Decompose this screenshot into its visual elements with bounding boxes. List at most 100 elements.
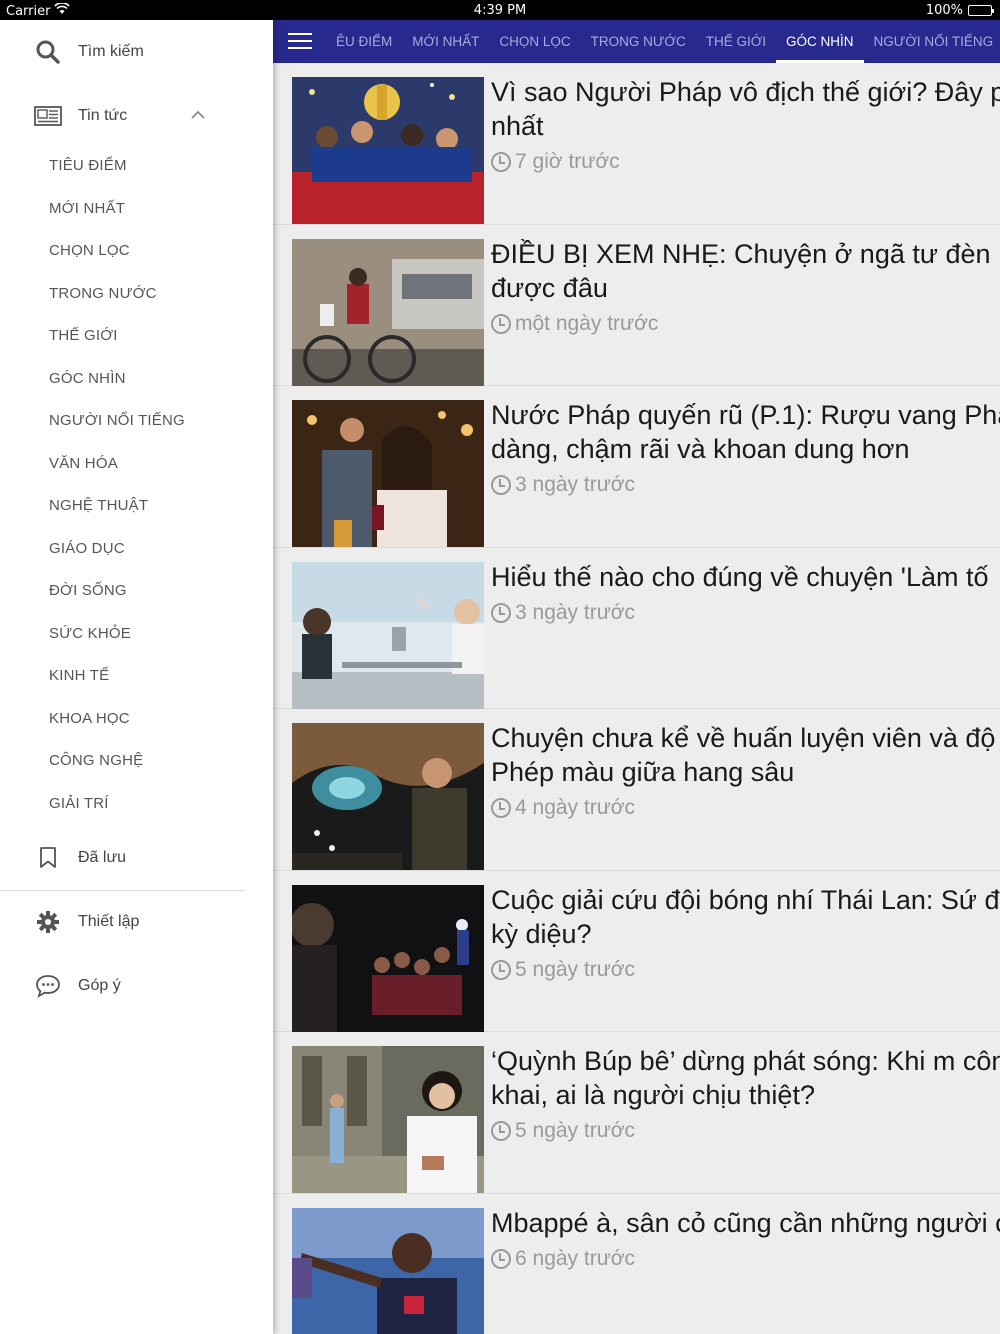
article-thumbnail[interactable]	[292, 77, 484, 224]
drawer-category-item[interactable]: KINH TẾ	[49, 667, 109, 684]
search-icon	[33, 37, 63, 67]
article-meta: 4 ngày trước	[491, 791, 1000, 825]
article-title[interactable]: Mbappé à, sân cỏ cũng cần những người c	[491, 1206, 1000, 1240]
article-thumbnail[interactable]	[292, 1046, 484, 1193]
drawer-category-item[interactable]: CHỌN LỌC	[49, 242, 130, 259]
article-item[interactable]: Chuyện chưa kể về huấn luyện viên và độ …	[273, 709, 1000, 871]
clock-icon	[491, 1121, 511, 1141]
hamburger-menu-icon[interactable]	[288, 31, 314, 51]
drawer-news-label: Tin tức	[78, 107, 128, 124]
drawer-category-item[interactable]: KHOA HỌC	[49, 710, 130, 727]
article-item[interactable]: ‘Quỳnh Búp bê’ dừng phát sóng: Khi m côn…	[273, 1032, 1000, 1194]
side-drawer: Tìm kiếm Tin tức TIÊU ĐIỂM MỚI NHẤT CHỌN L…	[0, 20, 273, 1334]
drawer-search-label: Tìm kiếm	[78, 43, 144, 60]
newspaper-icon	[33, 101, 63, 131]
article-text: Cuộc giải cứu đội bóng nhí Thái Lan: Sứ …	[491, 883, 1000, 987]
chat-bubble-icon	[33, 971, 63, 1001]
clock-icon	[491, 475, 511, 495]
category-tab[interactable]: THẾ GIỚI	[696, 20, 776, 63]
article-timestamp: 6 ngày trước	[515, 1246, 636, 1270]
article-item[interactable]: Cuộc giải cứu đội bóng nhí Thái Lan: Sứ …	[273, 871, 1000, 1032]
article-thumbnail[interactable]	[292, 561, 484, 709]
article-text: Chuyện chưa kể về huấn luyện viên và độ …	[491, 721, 1000, 825]
drawer-category-item[interactable]: GIẢI TRÍ	[49, 795, 109, 812]
category-tab-bar: ÊU ĐIỂM MỚI NHẤT CHỌN LỌC TRONG NƯỚC THẾ GIỚ…	[273, 20, 1000, 63]
category-tab[interactable]: CHỌN LỌC	[489, 20, 580, 63]
article-title[interactable]: ‘Quỳnh Búp bê’ dừng phát sóng: Khi m côn…	[491, 1044, 1000, 1112]
article-thumbnail[interactable]	[292, 1207, 484, 1334]
drawer-category-item[interactable]: MỚI NHẤT	[49, 200, 125, 217]
article-list[interactable]: Vì sao Người Pháp vô địch thế giới? Đây …	[273, 63, 1000, 1334]
article-meta: 6 ngày trước	[491, 1242, 1000, 1276]
drawer-category-item[interactable]: THẾ GIỚI	[49, 327, 118, 344]
status-right: 100%	[925, 3, 994, 18]
article-text: ĐIỀU BỊ XEM NHẸ: Chuyện ở ngã tư đèn đượ…	[491, 237, 1000, 341]
article-title[interactable]: Hiểu thế nào cho đúng về chuyện 'Làm tố	[491, 560, 1000, 594]
battery-icon	[968, 5, 994, 16]
drawer-search[interactable]: Tìm kiếm	[0, 37, 273, 67]
article-item[interactable]: Nước Pháp quyến rũ (P.1): Rượu vang Phá …	[273, 386, 1000, 548]
clock-icon	[491, 152, 511, 172]
chevron-up-icon[interactable]	[190, 107, 206, 125]
article-title[interactable]: Vì sao Người Pháp vô địch thế giới? Đây …	[491, 75, 1000, 143]
drawer-category-item[interactable]: CÔNG NGHỆ	[49, 752, 143, 769]
drawer-category-item[interactable]: TIÊU ĐIỂM	[49, 157, 127, 174]
drawer-category-item[interactable]: GÓC NHÌN	[49, 370, 126, 387]
category-tabs: ÊU ĐIỂM MỚI NHẤT CHỌN LỌC TRONG NƯỚC THẾ GIỚ…	[326, 20, 1000, 63]
article-timestamp: 5 ngày trước	[515, 1119, 636, 1142]
article-timestamp: 5 ngày trước	[515, 957, 636, 981]
article-text: Hiểu thế nào cho đúng về chuyện 'Làm tố 3…	[491, 560, 1000, 630]
article-meta: 5 ngày trước	[491, 1114, 1000, 1148]
clock-icon	[491, 602, 511, 623]
drawer-category-item[interactable]: VĂN HÓA	[49, 455, 118, 472]
drawer-feedback-label: Góp ý	[78, 977, 121, 994]
category-tab[interactable]: GÓC NHÌN	[776, 20, 864, 63]
article-item[interactable]: ĐIỀU BỊ XEM NHẸ: Chuyện ở ngã tư đèn đượ…	[273, 225, 1000, 386]
article-title[interactable]: Chuyện chưa kể về huấn luyện viên và độ …	[491, 721, 1000, 789]
category-tab[interactable]: NGƯỜI NỔI TIẾNG	[864, 20, 1000, 63]
article-timestamp: 4 ngày trước	[515, 796, 636, 819]
article-thumbnail[interactable]	[292, 238, 484, 386]
drawer-category-item[interactable]: GIÁO DỤC	[49, 540, 125, 557]
article-thumbnail[interactable]	[292, 723, 484, 870]
article-timestamp: một ngày trước	[515, 311, 659, 335]
article-timestamp: 3 ngày trước	[515, 600, 636, 624]
article-thumbnail[interactable]	[292, 884, 484, 1032]
drawer-feedback[interactable]: Góp ý	[0, 971, 273, 1001]
status-bar: Carrier 4:39 PM 100%	[0, 0, 1000, 20]
article-item[interactable]: Hiểu thế nào cho đúng về chuyện 'Làm tố 3…	[273, 548, 1000, 709]
drawer-settings[interactable]: Thiết lập	[0, 907, 273, 937]
drawer-saved[interactable]: Đã lưu	[0, 843, 273, 873]
category-tab[interactable]: ÊU ĐIỂM	[326, 20, 402, 63]
article-title[interactable]: Nước Pháp quyến rũ (P.1): Rượu vang Phá …	[491, 398, 1000, 466]
drawer-category-item[interactable]: NGƯỜI NỔI TIẾNG	[49, 412, 185, 429]
article-meta: 5 ngày trước	[491, 953, 1000, 987]
article-meta: 3 ngày trước	[491, 596, 1000, 630]
drawer-category-item[interactable]: ĐỜI SỐNG	[49, 582, 127, 599]
article-meta: 7 giờ trước	[491, 145, 1000, 179]
article-item[interactable]: Vì sao Người Pháp vô địch thế giới? Đây …	[273, 63, 1000, 225]
article-meta: một ngày trước	[491, 307, 1000, 341]
article-text: Nước Pháp quyến rũ (P.1): Rượu vang Phá …	[491, 398, 1000, 502]
drawer-category-item[interactable]: SỨC KHỎE	[49, 625, 131, 642]
article-timestamp: 3 ngày trước	[515, 473, 636, 496]
category-tab[interactable]: TRONG NƯỚC	[581, 20, 696, 63]
drawer-news[interactable]: Tin tức	[0, 101, 273, 131]
article-thumbnail[interactable]	[292, 400, 484, 547]
drawer-category-item[interactable]: NGHỆ THUẬT	[49, 497, 148, 514]
article-title[interactable]: ĐIỀU BỊ XEM NHẸ: Chuyện ở ngã tư đèn đượ…	[491, 237, 1000, 305]
drawer-saved-label: Đã lưu	[78, 849, 127, 866]
article-meta: 3 ngày trước	[491, 468, 1000, 502]
clock-icon	[491, 1248, 511, 1269]
article-title[interactable]: Cuộc giải cứu đội bóng nhí Thái Lan: Sứ …	[491, 883, 1000, 951]
clock-icon	[491, 959, 511, 980]
article-text: ‘Quỳnh Búp bê’ dừng phát sóng: Khi m côn…	[491, 1044, 1000, 1148]
battery-percent: 100%	[925, 3, 963, 18]
clock-icon	[491, 313, 511, 334]
article-item[interactable]: Mbappé à, sân cỏ cũng cần những người c 6…	[273, 1194, 1000, 1334]
clock-icon	[491, 798, 511, 818]
article-text: Mbappé à, sân cỏ cũng cần những người c 6…	[491, 1206, 1000, 1276]
drawer-category-item[interactable]: TRONG NƯỚC	[49, 285, 157, 302]
category-tab[interactable]: MỚI NHẤT	[402, 20, 489, 63]
drawer-divider	[0, 890, 245, 891]
